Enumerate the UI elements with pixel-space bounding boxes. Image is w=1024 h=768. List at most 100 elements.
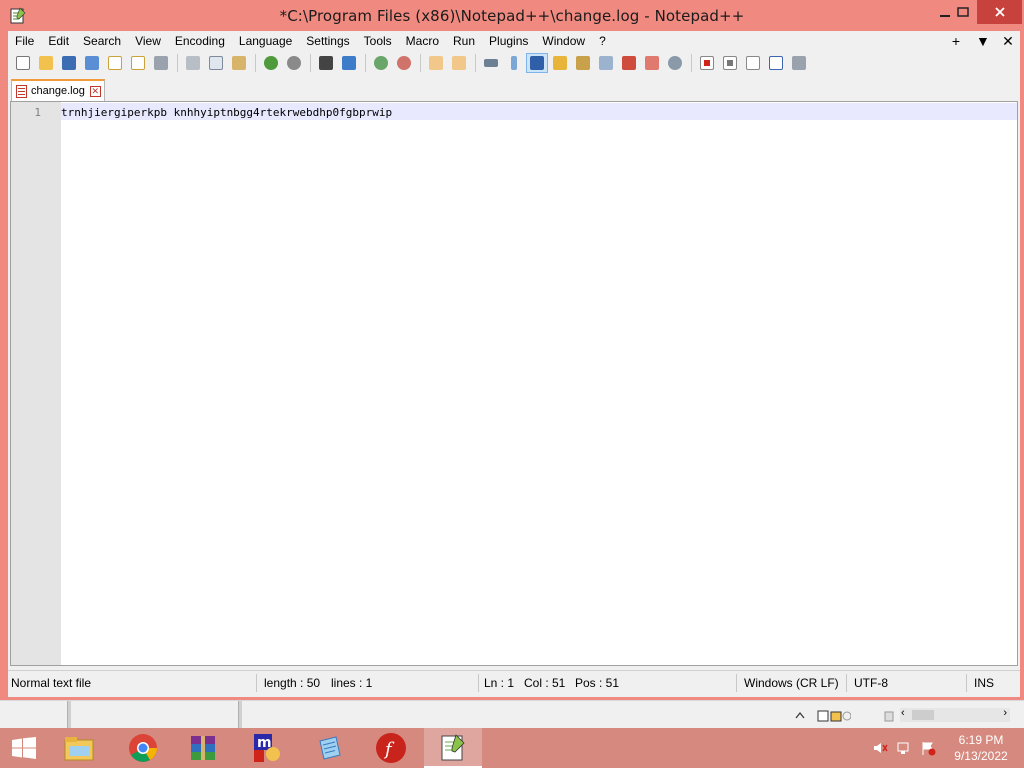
record-macro-icon — [700, 56, 714, 70]
menu-run[interactable]: Run — [446, 31, 482, 51]
close-file-button[interactable] — [104, 53, 126, 73]
undo-button[interactable] — [260, 53, 282, 73]
copy-icon — [209, 56, 223, 70]
menu-plugins[interactable]: Plugins — [482, 31, 535, 51]
network-icon[interactable] — [896, 740, 912, 756]
new-file-button[interactable] — [12, 53, 34, 73]
windows-logo-icon — [12, 737, 36, 759]
tab-change-log[interactable]: change.log ✕ — [11, 79, 105, 101]
recycle-bin-icon[interactable] — [883, 710, 895, 722]
clipboard-history-button[interactable] — [641, 53, 663, 73]
function-list-button[interactable] — [595, 53, 617, 73]
redo-button[interactable] — [283, 53, 305, 73]
word-wrap-button[interactable] — [480, 53, 502, 73]
zoom-in-button[interactable] — [370, 53, 392, 73]
menu-help[interactable]: ? — [592, 31, 613, 51]
menu-search[interactable]: Search — [76, 31, 128, 51]
monitoring-icon — [668, 56, 682, 70]
title-bar[interactable]: *C:\Program Files (x86)\Notepad++\change… — [0, 0, 1024, 31]
taskbar-chrome[interactable] — [114, 728, 172, 768]
unsaved-file-icon — [16, 84, 27, 98]
monitoring-button[interactable] — [664, 53, 686, 73]
indent-guide-button[interactable] — [526, 53, 548, 73]
notepadpp-window: *C:\Program Files (x86)\Notepad++\change… — [0, 0, 1024, 728]
save-all-icon — [85, 56, 99, 70]
replace-button[interactable] — [338, 53, 360, 73]
volume-muted-icon[interactable] — [872, 740, 888, 756]
document-map-icon — [576, 56, 590, 70]
status-length: length : 50 — [264, 676, 321, 690]
sync-vertical-button[interactable] — [425, 53, 447, 73]
stop-macro-button[interactable] — [719, 53, 741, 73]
toolbar-grip-handle[interactable] — [67, 701, 71, 729]
menu-file[interactable]: File — [8, 31, 41, 51]
paste-button[interactable] — [228, 53, 250, 73]
new-tab-plus-icon[interactable]: + — [950, 33, 962, 49]
run-macro-multiple-button[interactable] — [765, 53, 787, 73]
status-divider — [846, 674, 847, 692]
scroll-right-arrow-icon[interactable]: › — [1003, 707, 1007, 719]
folder-icon[interactable] — [817, 709, 851, 723]
open-file-button[interactable] — [35, 53, 57, 73]
editor-line-text[interactable]: trnhjiergiperkpb knhhyiptnbgg4rtekrwebdh… — [61, 106, 392, 119]
taskbar-notepad[interactable] — [300, 728, 358, 768]
taskbar-file-explorer[interactable] — [50, 728, 108, 768]
close-window-button[interactable] — [977, 0, 1022, 24]
status-divider — [478, 674, 479, 692]
save-macro-button[interactable] — [788, 53, 810, 73]
clock-time: 6:19 PM — [958, 733, 1004, 747]
menu-edit[interactable]: Edit — [41, 31, 76, 51]
play-macro-icon — [746, 56, 760, 70]
action-center-flag-icon[interactable] — [920, 740, 936, 756]
sync-horizontal-button[interactable] — [448, 53, 470, 73]
toolbar — [8, 51, 1020, 75]
tab-list-arrow-icon[interactable]: ▼ — [976, 33, 990, 49]
line-number-gutter: 1 — [11, 102, 61, 665]
save-icon — [62, 56, 76, 70]
find-button[interactable] — [315, 53, 337, 73]
zoom-out-button[interactable] — [393, 53, 415, 73]
document-map-button[interactable] — [572, 53, 594, 73]
horizontal-scrollbar[interactable]: ‹ › — [900, 707, 1010, 722]
text-editor[interactable]: 1 trnhjiergiperkpb knhhyiptnbgg4rtekrweb… — [10, 101, 1018, 666]
menu-view[interactable]: View — [128, 31, 168, 51]
line-number: 1 — [34, 106, 41, 119]
toolbar-grip-handle[interactable] — [238, 701, 242, 729]
menu-tools[interactable]: Tools — [357, 31, 399, 51]
chevron-up-icon[interactable] — [795, 711, 805, 719]
tab-close-icon[interactable]: ✕ — [89, 85, 101, 97]
status-divider — [966, 674, 967, 692]
status-insert-mode: INS — [974, 676, 995, 690]
copy-button[interactable] — [205, 53, 227, 73]
taskbar-winrar[interactable] — [174, 728, 232, 768]
start-button[interactable] — [0, 728, 48, 768]
menu-macro[interactable]: Macro — [399, 31, 446, 51]
user-defined-language-button[interactable] — [549, 53, 571, 73]
print-button[interactable] — [150, 53, 172, 73]
close-all-button[interactable] — [127, 53, 149, 73]
status-divider — [256, 674, 257, 692]
save-all-button[interactable] — [81, 53, 103, 73]
menu-window[interactable]: Window — [535, 31, 592, 51]
taskbar-flash-player[interactable]: f — [362, 728, 420, 768]
folder-as-workspace-button[interactable] — [618, 53, 640, 73]
menu-encoding[interactable]: Encoding — [168, 31, 232, 51]
taskbar-clock[interactable]: 6:19 PM 9/13/2022 — [950, 732, 1012, 764]
scroll-left-arrow-icon[interactable]: ‹ — [901, 707, 905, 719]
menu-settings[interactable]: Settings — [299, 31, 356, 51]
taskbar-mremoteng[interactable]: m — [238, 728, 296, 768]
save-button[interactable] — [58, 53, 80, 73]
close-document-icon[interactable]: ✕ — [1002, 33, 1014, 50]
maximize-button[interactable] — [946, 0, 980, 24]
menu-language[interactable]: Language — [232, 31, 299, 51]
cut-icon — [186, 56, 200, 70]
record-macro-button[interactable] — [696, 53, 718, 73]
paste-icon — [232, 56, 246, 70]
scrollbar-thumb[interactable] — [912, 710, 934, 720]
cut-button[interactable] — [182, 53, 204, 73]
show-all-characters-button[interactable] — [503, 53, 525, 73]
status-eol-format[interactable]: Windows (CR LF) — [744, 671, 839, 695]
play-macro-button[interactable] — [742, 53, 764, 73]
taskbar-notepadpp[interactable] — [424, 728, 482, 768]
status-encoding[interactable]: UTF-8 — [854, 671, 888, 695]
